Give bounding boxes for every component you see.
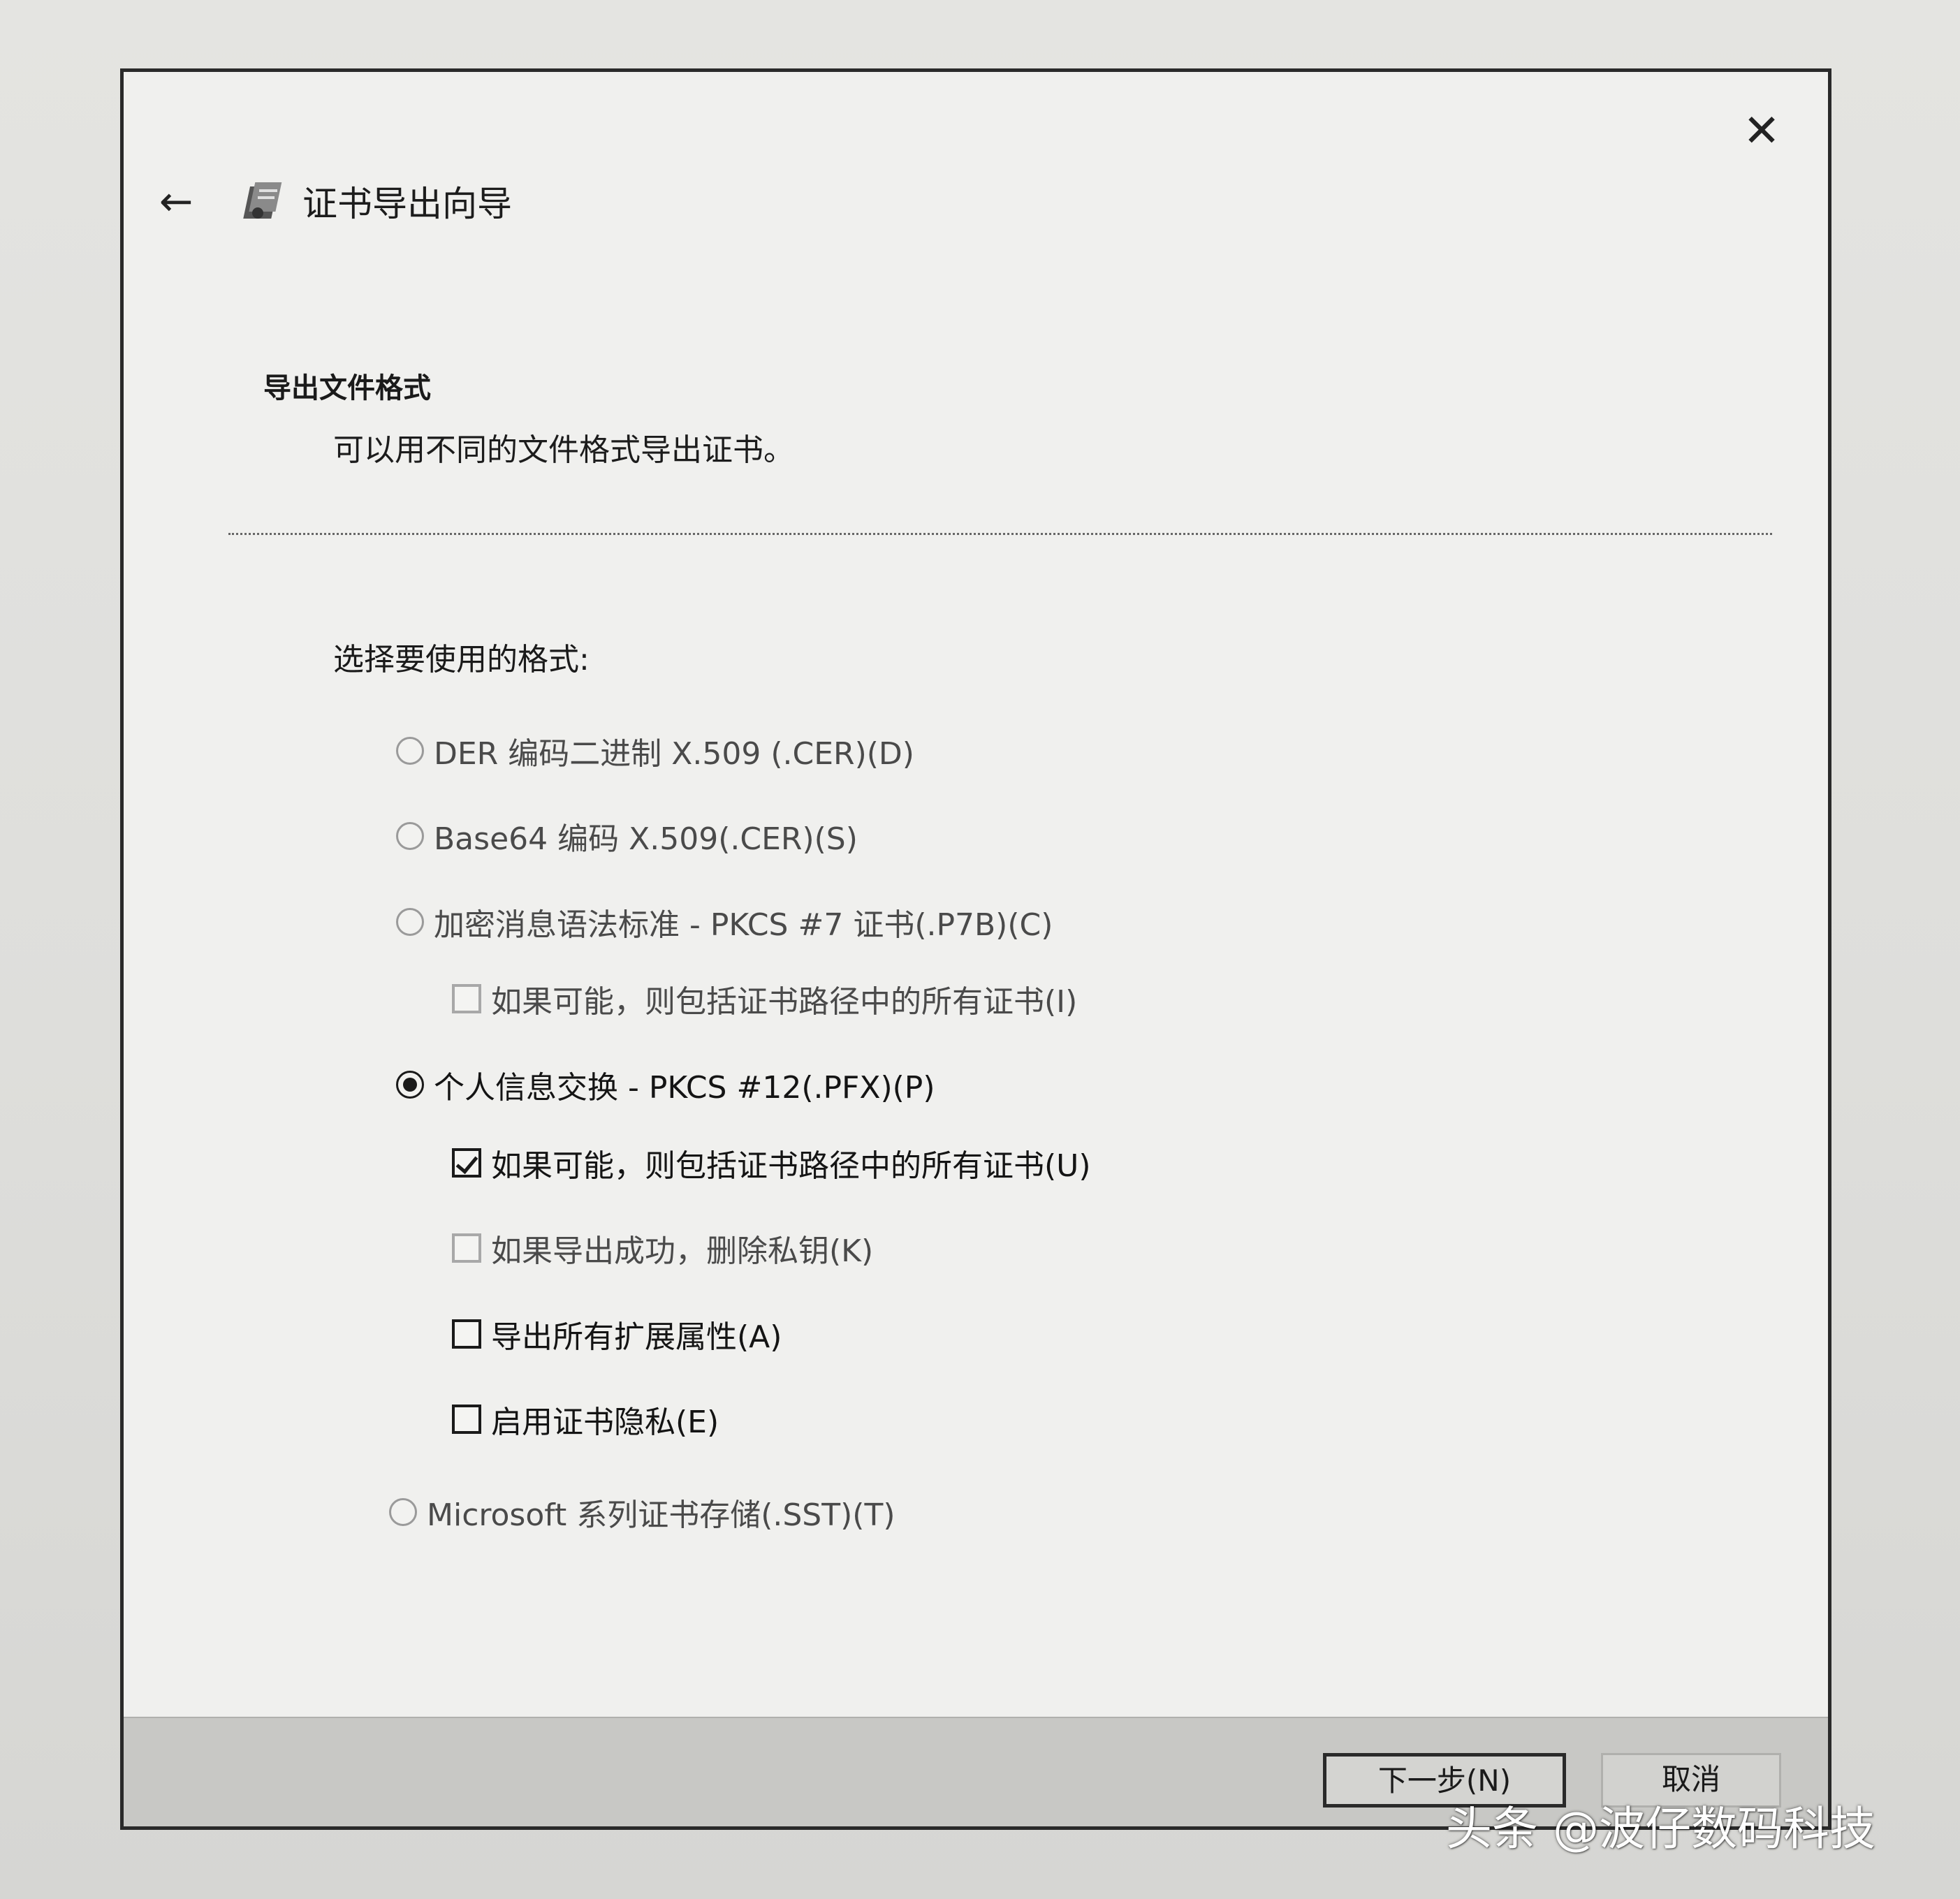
radio-der-option[interactable]: DER 编码二进制 X.509 (.CER)(D) (396, 728, 914, 773)
choose-format-label: 选择要使用的格式: (333, 642, 590, 677)
back-arrow-icon: ← (159, 177, 193, 225)
checkbox-pkcs7-include-all-option[interactable]: 如果可能，则包括证书路径中的所有证书(I) (452, 976, 1077, 1021)
radio-pkcs12-label: 个人信息交换 - PKCS #12(.PFX)(P) (434, 1070, 935, 1106)
section-title: 导出文件格式 (263, 372, 431, 404)
checkbox-pkcs12-include-all-label: 如果可能，则包括证书路径中的所有证书(U) (491, 1148, 1091, 1184)
checkbox-export-extended-properties[interactable] (452, 1319, 481, 1349)
checkbox-enable-certificate-privacy-option[interactable]: 启用证书隐私(E) (452, 1397, 719, 1442)
checkbox-enable-certificate-privacy[interactable] (452, 1405, 481, 1434)
checkbox-delete-private-key-option[interactable]: 如果导出成功，删除私钥(K) (452, 1226, 873, 1270)
checkbox-export-extended-properties-label: 导出所有扩展属性(A) (491, 1319, 782, 1355)
checkbox-pkcs12-include-all[interactable] (452, 1148, 481, 1178)
header-divider (228, 533, 1772, 535)
radio-pkcs7[interactable] (396, 908, 424, 936)
watermark-text: 头条 @波仔数码科技 (1446, 1802, 1875, 1856)
radio-pkcs12-option[interactable]: 个人信息交换 - PKCS #12(.PFX)(P) (396, 1062, 935, 1107)
checkbox-export-extended-properties-option[interactable]: 导出所有扩展属性(A) (452, 1312, 782, 1356)
radio-sst-option[interactable]: Microsoft 系列证书存储(.SST)(T) (389, 1490, 895, 1534)
radio-pkcs7-label: 加密消息语法标准 - PKCS #7 证书(.P7B)(C) (434, 907, 1053, 943)
close-button[interactable]: ✕ (1737, 107, 1786, 156)
certificate-wizard-icon (242, 177, 291, 226)
radio-base64-option[interactable]: Base64 编码 X.509(.CER)(S) (396, 814, 858, 858)
certificate-export-wizard-dialog: ✕ ← 证书导出向导 导出文件格式 可以用不同的文件格式导出证书。 选择要使用的… (120, 68, 1831, 1830)
checkbox-pkcs12-include-all-option[interactable]: 如果可能，则包括证书路径中的所有证书(U) (452, 1141, 1091, 1185)
checkbox-enable-certificate-privacy-label: 启用证书隐私(E) (491, 1405, 719, 1440)
radio-der[interactable] (396, 737, 424, 765)
section-description: 可以用不同的文件格式导出证书。 (333, 432, 794, 468)
wizard-header: ← 证书导出向导 (145, 166, 512, 236)
back-button[interactable]: ← (145, 170, 207, 233)
checkbox-delete-private-key-label: 如果导出成功，删除私钥(K) (491, 1233, 874, 1269)
radio-pkcs7-option[interactable]: 加密消息语法标准 - PKCS #7 证书(.P7B)(C) (396, 900, 1053, 944)
radio-base64[interactable] (396, 822, 424, 850)
radio-pkcs12[interactable] (396, 1071, 424, 1099)
checkbox-pkcs7-include-all-label: 如果可能，则包括证书路径中的所有证书(I) (491, 984, 1078, 1020)
radio-base64-label: Base64 编码 X.509(.CER)(S) (434, 821, 858, 857)
checkbox-delete-private-key[interactable] (452, 1233, 481, 1263)
wizard-title: 证书导出向导 (302, 184, 512, 224)
radio-sst-label: Microsoft 系列证书存储(.SST)(T) (427, 1497, 895, 1533)
checkbox-pkcs7-include-all[interactable] (452, 984, 481, 1013)
radio-der-label: DER 编码二进制 X.509 (.CER)(D) (434, 736, 914, 772)
radio-sst[interactable] (389, 1498, 417, 1526)
close-icon: ✕ (1743, 105, 1780, 157)
